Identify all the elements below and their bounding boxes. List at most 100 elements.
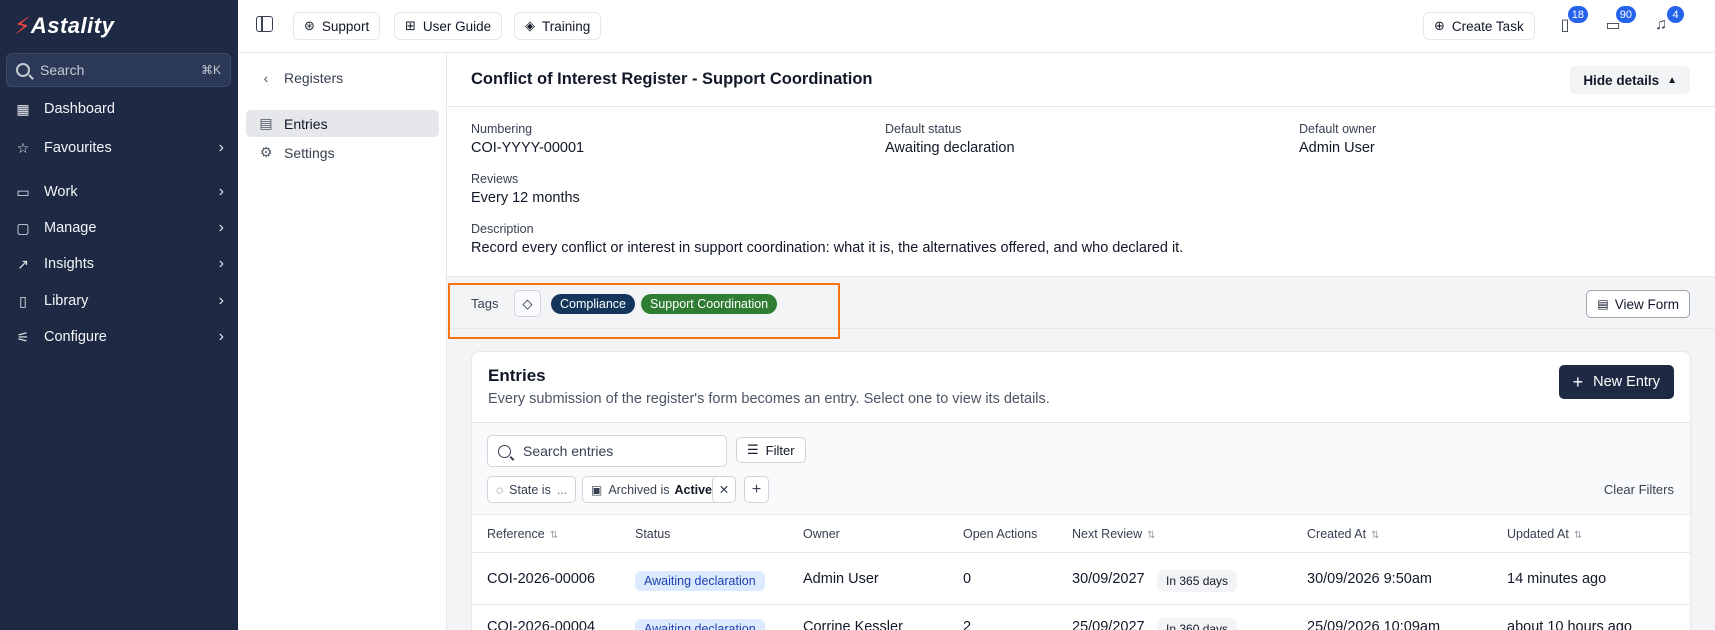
logo-mark-icon: ⚡ (14, 12, 31, 40)
search-icon (498, 444, 511, 458)
state-filter-chip[interactable]: ◌ State is ... (487, 476, 577, 503)
briefcase-icon: ▭ (16, 183, 30, 200)
tasks-badge: 18 (1567, 6, 1588, 23)
new-entry-button[interactable]: + New Entry (1558, 365, 1674, 399)
subnav-item-label: Entries (284, 115, 328, 132)
subnav-item-entries[interactable]: ▤ Entries (246, 110, 439, 137)
sidebar-item-library[interactable]: ▯ Library › (14, 289, 224, 313)
global-search-placeholder: Search (40, 62, 85, 78)
numbering-label: Numbering (471, 122, 533, 136)
row1-next-review-relative: In 365 days (1157, 570, 1238, 592)
entries-search-placeholder: Search entries (523, 443, 614, 459)
hide-details-button[interactable]: Hide details ▲ (1570, 66, 1690, 94)
sidebar-item-dashboard[interactable]: ▦ Dashboard (14, 97, 224, 121)
training-button[interactable]: ◈ Training (514, 12, 602, 40)
create-task-button[interactable]: ⊕ Create Task (1423, 12, 1535, 40)
col-label: Reference (487, 527, 545, 541)
back-label: Registers (284, 69, 344, 86)
col-label: Open Actions (963, 527, 1038, 541)
add-filter-button[interactable]: + (744, 476, 769, 503)
reviews-value: Every 12 months (471, 190, 580, 206)
row1-reference[interactable]: COI-2026-00006 (487, 571, 595, 587)
entries-toolbar: Search entries ☰ Filter ◌ State is ... ▣… (472, 422, 1690, 515)
sidebar-item-work[interactable]: ▭ Work › (14, 180, 224, 204)
remove-filter-button[interactable]: ✕ (712, 476, 736, 503)
sidebar: ⚡ Astality Search ⌘K ▦ Dashboard ☆ Favou… (0, 0, 238, 630)
user-guide-button[interactable]: ⊞ User Guide (394, 12, 503, 40)
brand-name: Astality (30, 13, 115, 38)
row1-next-review: 30/09/2027 (1072, 571, 1145, 587)
description-label: Description (471, 222, 534, 236)
search-shortcut: ⌘K (200, 63, 221, 77)
default-status-label: Default status (885, 122, 962, 136)
col-owner: Owner (803, 527, 840, 541)
plus-circle-icon: ⊕ (1434, 18, 1445, 33)
register-subnav: ‹ Registers ▤ Entries ⚙ Settings (238, 53, 447, 630)
col-updated-at[interactable]: Updated At ⇅ (1507, 527, 1582, 541)
support-button[interactable]: ⊛ Support (293, 12, 381, 40)
state-filter-label: State is (509, 482, 551, 497)
notifications-badge: 4 (1667, 6, 1684, 23)
messages-icon[interactable]: ▭ 90 (1602, 6, 1636, 36)
entries-search-input[interactable]: Search entries (487, 435, 727, 467)
sidebar-item-label: Dashboard (44, 101, 115, 117)
archive-icon: ▣ (591, 482, 603, 497)
sidebar-item-manage[interactable]: ▢ Manage › (14, 216, 224, 240)
clear-filters-button[interactable]: Clear Filters (1604, 482, 1674, 497)
sort-icon: ⇅ (1371, 530, 1380, 541)
row2-created-at: 25/09/2026 10:09am (1307, 619, 1441, 630)
reviews-label: Reviews (471, 172, 519, 186)
col-label: Created At (1307, 527, 1367, 541)
filter-button[interactable]: ☰ Filter (736, 437, 806, 463)
col-label: Status (635, 527, 671, 541)
search-icon (16, 63, 30, 77)
sidebar-item-configure[interactable]: ⚟ Configure › (14, 325, 224, 349)
col-next-review[interactable]: Next Review ⇅ (1072, 527, 1156, 541)
sidebar-item-label: Favourites (44, 140, 112, 156)
back-to-registers[interactable]: ‹ Registers (246, 64, 439, 91)
chevron-right-icon: › (218, 255, 224, 272)
default-owner-value: Admin User (1299, 140, 1375, 156)
col-reference[interactable]: Reference ⇅ (487, 527, 558, 541)
sidebar-item-insights[interactable]: ↗ Insights › (14, 252, 224, 276)
dashboard-icon: ▦ (16, 100, 30, 117)
book-open-icon: ⊞ (405, 18, 416, 33)
default-owner-label: Default owner (1299, 122, 1377, 136)
view-form-button[interactable]: ▤ View Form (1586, 290, 1690, 318)
tasks-icon[interactable]: ▯ 18 (1554, 6, 1588, 36)
bell-icon[interactable]: ♫ 4 (1650, 6, 1684, 36)
page-header: Conflict of Interest Register - Support … (447, 53, 1715, 107)
numbering-value: COI-YYYY-00001 (471, 140, 585, 156)
sort-icon: ⇅ (1573, 530, 1583, 541)
col-created-at[interactable]: Created At ⇅ (1307, 527, 1379, 541)
user-guide-label: User Guide (422, 18, 492, 34)
default-status-value: Awaiting declaration (885, 140, 1015, 156)
sort-icon: ⇅ (1147, 530, 1156, 541)
col-label: Updated At (1507, 527, 1569, 541)
chevron-right-icon: › (218, 139, 224, 156)
lifebuoy-icon: ⊛ (304, 18, 315, 33)
main-content: Conflict of Interest Register - Support … (447, 53, 1715, 630)
entries-subtitle: Every submission of the register's form … (488, 391, 1050, 407)
brand-logo[interactable]: ⚡ Astality (14, 12, 114, 40)
chevron-left-icon: ‹ (263, 69, 269, 86)
sidebar-item-favourites[interactable]: ☆ Favourites › (14, 136, 224, 160)
top-bar: ⊛ Support ⊞ User Guide ◈ Training ⊕ Crea… (238, 0, 1715, 53)
row2-status-badge: Awaiting declaration (635, 619, 765, 630)
row1-open-actions: 0 (963, 571, 972, 587)
view-form-label: View Form (1614, 296, 1679, 312)
chevron-right-icon: › (218, 328, 224, 345)
row2-reference[interactable]: COI-2026-00004 (487, 619, 595, 630)
global-search[interactable]: Search ⌘K (6, 53, 231, 87)
training-label: Training (542, 18, 591, 34)
sliders-icon: ⚟ (16, 328, 30, 345)
col-status: Status (635, 527, 670, 541)
sidebar-toggle-icon[interactable] (256, 16, 273, 32)
row2-next-review-relative: In 360 days (1157, 618, 1238, 630)
subnav-item-label: Settings (284, 144, 335, 161)
subnav-item-settings[interactable]: ⚙ Settings (246, 139, 439, 166)
archived-filter-value: Active (674, 482, 713, 497)
archived-filter-chip[interactable]: ▣ Archived is Active (582, 476, 722, 503)
sidebar-item-label: Manage (44, 220, 97, 236)
circle-dashed-icon: ◌ (496, 482, 504, 497)
